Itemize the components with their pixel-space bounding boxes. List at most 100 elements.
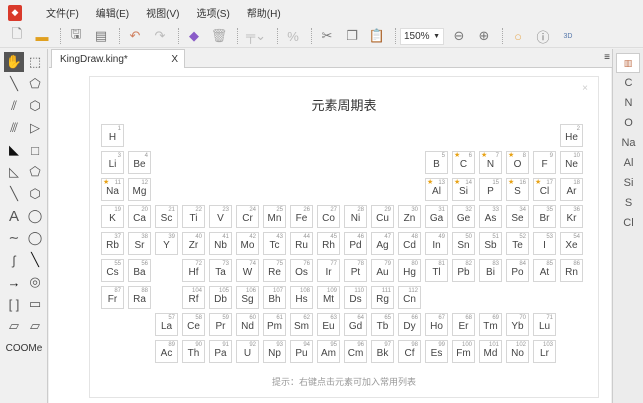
- element-Re[interactable]: Re 75: [263, 259, 286, 282]
- menu-help[interactable]: 帮助(H): [247, 5, 281, 20]
- element-Sg[interactable]: Sg 106: [236, 286, 259, 309]
- element-Au[interactable]: Au 79: [371, 259, 394, 282]
- element-Gd[interactable]: Gd 64: [344, 313, 367, 336]
- element-Ru[interactable]: Ru 44: [290, 232, 313, 255]
- element-Fe[interactable]: Fe 26: [290, 205, 313, 228]
- element-Te[interactable]: Te 52: [506, 232, 529, 255]
- element-Pa[interactable]: Pa 91: [209, 340, 232, 363]
- zoom-out-icon[interactable]: ⊖: [448, 26, 470, 46]
- element-Am[interactable]: Am 95: [317, 340, 340, 363]
- new-file-icon[interactable]: 🗋: [6, 26, 28, 46]
- element-Cu[interactable]: Cu 29: [371, 205, 394, 228]
- open-folder-icon[interactable]: ▬: [31, 26, 53, 46]
- element-Ta[interactable]: Ta 73: [209, 259, 232, 282]
- element-Ce[interactable]: Ce 58: [182, 313, 205, 336]
- element-Zn[interactable]: Zn 30: [398, 205, 421, 228]
- element-Rf[interactable]: Rf 104: [182, 286, 205, 309]
- copy-icon[interactable]: ❐: [341, 26, 363, 46]
- element-Tb[interactable]: Tb 65: [371, 313, 394, 336]
- element-He[interactable]: He 2: [560, 124, 583, 147]
- element-Ar[interactable]: Ar 18: [560, 178, 583, 201]
- bracket-icon[interactable]: [ ]: [4, 294, 24, 314]
- element-Ga[interactable]: Ga 31: [425, 205, 448, 228]
- element-Ds[interactable]: Ds 110: [344, 286, 367, 309]
- format-dropdown-icon[interactable]: ╤⌄: [242, 26, 270, 46]
- element-P[interactable]: P 15: [479, 178, 502, 201]
- close-tab-icon[interactable]: X: [171, 54, 178, 65]
- arrow-icon[interactable]: →: [4, 272, 24, 292]
- favorite-element-Cl[interactable]: Cl: [613, 217, 643, 229]
- element-Ag[interactable]: Ag 47: [371, 232, 394, 255]
- element-I[interactable]: I 53: [533, 232, 556, 255]
- charge-icon[interactable]: %: [282, 26, 304, 46]
- zoom-select[interactable]: 150% ▼: [400, 27, 444, 45]
- element-Al[interactable]: Al 13 ★: [425, 178, 448, 201]
- single-bond-icon[interactable]: ╲: [4, 74, 24, 94]
- element-Bi[interactable]: Bi 83: [479, 259, 502, 282]
- element-Tc[interactable]: Tc 43: [263, 232, 286, 255]
- element-Xe[interactable]: Xe 54: [560, 232, 583, 255]
- element-Bk[interactable]: Bk 97: [371, 340, 394, 363]
- pentagon-ring-icon[interactable]: ⬠: [25, 162, 45, 182]
- heptagon-icon[interactable]: ◯: [25, 206, 45, 226]
- menu-edit[interactable]: 编辑(E): [96, 5, 129, 20]
- square-icon[interactable]: □: [25, 140, 45, 160]
- element-Pb[interactable]: Pb 82: [452, 259, 475, 282]
- element-B[interactable]: B5: [425, 151, 448, 174]
- hexagon-icon[interactable]: ⬡: [25, 96, 45, 116]
- element-Er[interactable]: Er 68: [452, 313, 475, 336]
- element-No[interactable]: No 102: [506, 340, 529, 363]
- menu-view[interactable]: 视图(V): [146, 5, 179, 20]
- element-Be[interactable]: Be 4: [128, 151, 151, 174]
- element-Ni[interactable]: Ni 28: [344, 205, 367, 228]
- menu-file[interactable]: 文件(F): [46, 5, 79, 20]
- element-Br[interactable]: Br 35: [533, 205, 556, 228]
- element-Hg[interactable]: Hg 80: [398, 259, 421, 282]
- element-Pr[interactable]: Pr 59: [209, 313, 232, 336]
- element-W[interactable]: W 74: [236, 259, 259, 282]
- paste-icon[interactable]: 📋: [366, 26, 388, 46]
- element-Nb[interactable]: Nb 41: [209, 232, 232, 255]
- element-V[interactable]: V 23: [209, 205, 232, 228]
- element-Es[interactable]: Es 99: [425, 340, 448, 363]
- 3d-icon[interactable]: 3D: [557, 26, 579, 46]
- select-tool-icon[interactable]: ⬚: [25, 52, 45, 72]
- element-Ho[interactable]: Ho 67: [425, 313, 448, 336]
- favorite-element-N[interactable]: N: [613, 97, 643, 109]
- element-Os[interactable]: Os 76: [290, 259, 313, 282]
- menu-options[interactable]: 选项(S): [196, 5, 229, 20]
- element-Rg[interactable]: Rg 111: [371, 286, 394, 309]
- element-Zr[interactable]: Zr 40: [182, 232, 205, 255]
- element-Pm[interactable]: Pm 61: [263, 313, 286, 336]
- rectangle-icon[interactable]: ▭: [25, 294, 45, 314]
- element-S[interactable]: S 16 ★: [506, 178, 529, 201]
- element-Cm[interactable]: Cm 96: [344, 340, 367, 363]
- element-Ba[interactable]: Ba 56: [128, 259, 151, 282]
- element-K[interactable]: K 19: [101, 205, 124, 228]
- hexagon-ring-icon[interactable]: ⬡: [25, 184, 45, 204]
- chain-icon[interactable]: ʃ: [4, 250, 24, 270]
- element-Mn[interactable]: Mn 25: [263, 205, 286, 228]
- ring-icon[interactable]: ○: [507, 26, 529, 46]
- favorite-element-O[interactable]: O: [613, 117, 643, 129]
- redo-icon[interactable]: ↷: [149, 26, 171, 46]
- element-Pd[interactable]: Pd 46: [344, 232, 367, 255]
- save-as-icon[interactable]: ▤: [90, 26, 112, 46]
- element-Sb[interactable]: Sb 51: [479, 232, 502, 255]
- element-Si[interactable]: Si 14 ★: [452, 178, 475, 201]
- element-Mo[interactable]: Mo 42: [236, 232, 259, 255]
- double-bond-icon[interactable]: ⫽: [4, 96, 24, 116]
- drawing-canvas[interactable]: 元素周期表 × H 1 He 2 Li 3 Be 4 B 5 C 6 ★ N 7 ★ O 8 ★ F 9 Ne 10 Na 11…: [49, 68, 611, 403]
- undo-icon[interactable]: ↶: [124, 26, 146, 46]
- element-Cn[interactable]: Cn 112: [398, 286, 421, 309]
- triangle-icon[interactable]: ▷: [25, 118, 45, 138]
- element-Lr[interactable]: Lr 103: [533, 340, 556, 363]
- zoom-in-icon[interactable]: ⊕: [473, 26, 495, 46]
- element-Tm[interactable]: Tm 69: [479, 313, 502, 336]
- element-Cl[interactable]: Cl 17 ★: [533, 178, 556, 201]
- element-Y[interactable]: Y 39: [155, 232, 178, 255]
- element-Rb[interactable]: Rb 37: [101, 232, 124, 255]
- favorite-element-Na[interactable]: Na: [613, 137, 643, 149]
- periodic-table-button[interactable]: ▥: [616, 53, 640, 73]
- element-H[interactable]: H1: [101, 124, 124, 147]
